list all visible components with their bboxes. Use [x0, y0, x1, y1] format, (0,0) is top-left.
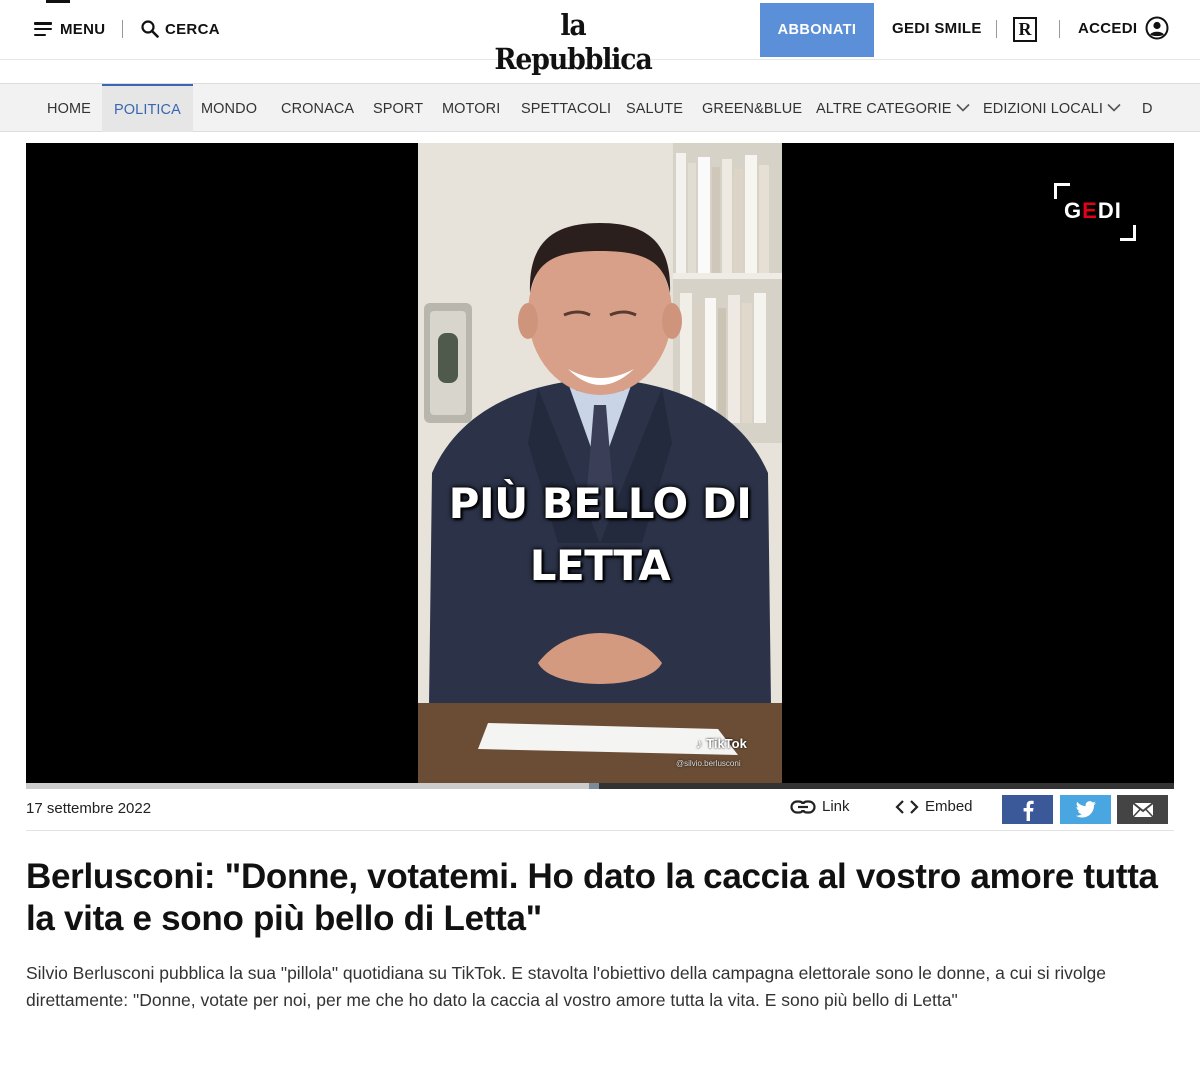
tiktok-watermark: ♪ TikTok	[696, 736, 747, 751]
nav-item-label: ALTRE CATEGORIE	[816, 101, 952, 117]
twitter-icon	[1075, 800, 1096, 818]
hamburger-icon	[34, 22, 52, 36]
nav-item-green-blue[interactable]: GREEN&BLUE	[702, 84, 802, 132]
logo-bracket	[1120, 225, 1136, 241]
nav-item-altre-categorie[interactable]: ALTRE CATEGORIE	[816, 84, 970, 132]
article-summary: Silvio Berlusconi pubblica la sua "pillo…	[26, 963, 1107, 1010]
gedi-logo-text: GEDI	[1064, 198, 1122, 224]
article-headline: Berlusconi: "Donne, votatemi. Ho dato la…	[26, 857, 1158, 938]
nav-item-label: EDIZIONI LOCALI	[983, 101, 1103, 117]
video-caption-line: LETTA	[529, 541, 671, 590]
video-caption: PIÙ BELLO DI LETTA	[418, 473, 782, 597]
header-divider	[122, 20, 123, 38]
email-icon	[1131, 801, 1154, 818]
embed-label: Embed	[925, 798, 973, 815]
repubblica-r-icon[interactable]: R	[1013, 17, 1037, 42]
facebook-share-button[interactable]	[1002, 795, 1053, 824]
gedi-smile-link[interactable]: GEDI SMILE	[892, 20, 982, 37]
header-divider	[996, 20, 997, 38]
user-icon	[1145, 16, 1169, 40]
chevron-down-icon	[1107, 104, 1121, 112]
link-icon	[790, 799, 816, 814]
search-label: CERCA	[165, 20, 220, 38]
tiktok-username: @silvio.berlusconi	[676, 759, 741, 768]
video-still-image	[418, 143, 782, 783]
nav-item-politica[interactable]: POLITICA	[102, 84, 193, 132]
embed-button[interactable]: Embed	[895, 798, 973, 815]
nav-item-motori[interactable]: MOTORI	[442, 84, 500, 132]
subscribe-button[interactable]: ABBONATI	[760, 3, 874, 57]
login-button[interactable]: ACCEDI	[1078, 16, 1169, 40]
logo-bracket	[1054, 183, 1070, 199]
site-logo[interactable]: la Repubblica	[487, 8, 658, 76]
menu-button[interactable]: MENU	[34, 18, 105, 40]
nav-item-home[interactable]: HOME	[47, 84, 91, 132]
video-progress-fill	[26, 783, 589, 789]
search-icon	[141, 20, 159, 38]
gedi-logo-prefix: G	[1064, 198, 1083, 223]
nav-item-mondo[interactable]: MONDO	[201, 84, 257, 132]
copy-link-button[interactable]: Link	[790, 798, 850, 815]
video-frame	[418, 143, 782, 783]
publish-date: 17 settembre 2022	[26, 800, 152, 817]
header-top-stub	[46, 0, 70, 3]
video-caption-line: PIÙ BELLO DI	[448, 479, 752, 528]
nav-item-sport[interactable]: SPORT	[373, 84, 423, 132]
menu-label: MENU	[60, 20, 106, 38]
section-nav: HOME POLITICA MONDO CRONACA SPORT MOTORI…	[0, 83, 1200, 132]
nav-item-cronaca[interactable]: CRONACA	[281, 84, 354, 132]
login-label: ACCEDI	[1078, 19, 1138, 37]
video-progress-bar[interactable]	[26, 783, 1174, 789]
video-player[interactable]: PIÙ BELLO DI LETTA ♪ TikTok @silvio.berl…	[26, 143, 1174, 783]
nav-item-spettacoli[interactable]: SPETTACOLI	[521, 84, 611, 132]
link-label: Link	[822, 798, 850, 815]
video-progress-handle[interactable]	[588, 783, 599, 789]
tiktok-label: TikTok	[706, 736, 747, 751]
twitter-share-button[interactable]	[1060, 795, 1111, 824]
search-button[interactable]: CERCA	[141, 18, 220, 40]
gedi-logo-accent: E	[1082, 198, 1098, 223]
chevron-down-icon	[955, 104, 970, 112]
nav-item-d[interactable]: D	[1142, 84, 1153, 132]
gedi-logo: GEDI	[1054, 183, 1136, 241]
email-share-button[interactable]	[1117, 795, 1168, 824]
gedi-logo-suffix: DI	[1097, 198, 1122, 223]
facebook-icon	[1023, 800, 1034, 821]
divider	[26, 830, 1174, 831]
nav-item-salute[interactable]: SALUTE	[626, 84, 683, 132]
header-divider	[1059, 20, 1060, 38]
nav-item-edizioni-locali[interactable]: EDIZIONI LOCALI	[983, 84, 1121, 132]
top-header: MENU CERCA la Repubblica ABBONATI GEDI S…	[0, 0, 1200, 76]
code-icon	[895, 799, 919, 814]
